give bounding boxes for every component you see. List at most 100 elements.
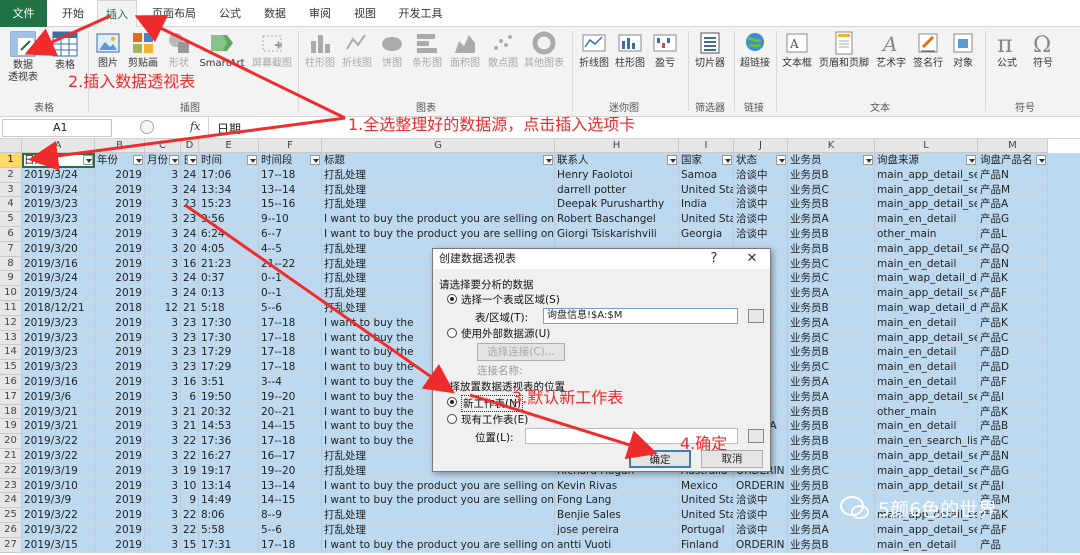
table-cell[interactable]: 产品G	[978, 212, 1048, 227]
slicer-button[interactable]: 切片器	[692, 31, 728, 70]
row-header[interactable]: 18	[0, 404, 22, 420]
table-cell[interactable]: Finland	[679, 537, 734, 553]
table-cell[interactable]: 业务员C	[788, 463, 875, 479]
table-cell[interactable]: 13:34	[199, 182, 259, 198]
tab-developer[interactable]: 开发工具	[393, 0, 448, 27]
table-cell[interactable]: 23	[181, 330, 199, 346]
table-cell[interactable]: I want to buy the product you are sellin…	[322, 212, 555, 227]
table-cell[interactable]: 业务员B	[788, 537, 875, 553]
table-cell[interactable]: main_app_detail_se	[875, 449, 978, 464]
smartart-button[interactable]: SmartArt	[199, 31, 245, 70]
table-cell[interactable]: 打乱处理	[322, 167, 555, 183]
table-cell[interactable]: main_app_detail_se	[875, 523, 978, 538]
table-cell[interactable]: 17:06	[199, 167, 259, 183]
table-cell[interactable]: 17--18	[259, 434, 322, 449]
table-cell[interactable]: 19--20	[259, 463, 322, 479]
table-cell[interactable]: 打乱处理	[322, 523, 555, 538]
line-chart-button[interactable]: 折线图	[339, 31, 375, 70]
textbox-button[interactable]: A 文本框	[779, 31, 815, 70]
table-cell[interactable]: 17--18	[259, 345, 322, 361]
table-cell[interactable]: 2019/3/23	[22, 315, 95, 331]
table-cell[interactable]: 2019	[95, 212, 145, 227]
table-cell[interactable]: 打乱处理	[322, 508, 555, 523]
filter-dropdown-icon[interactable]	[776, 155, 786, 165]
table-cell[interactable]: 15:23	[199, 197, 259, 213]
filter-dropdown-icon[interactable]	[247, 155, 257, 165]
radio-external-source-label[interactable]: 使用外部数据源(U)	[461, 326, 550, 341]
range-input[interactable]: 询盘信息!$A:$M	[543, 308, 738, 324]
table-cell[interactable]: Georgia	[679, 227, 734, 242]
table-cell[interactable]: 8:06	[199, 508, 259, 523]
column-chart-button[interactable]: 柱形图	[302, 31, 338, 70]
table-cell[interactable]: 2019	[95, 182, 145, 198]
table-cell[interactable]: 业务员C	[788, 271, 875, 287]
table-cell[interactable]: 3	[145, 493, 181, 509]
object-button[interactable]: 对象	[947, 31, 979, 70]
filter-dropdown-icon[interactable]	[310, 155, 320, 165]
table-cell[interactable]: 3	[145, 389, 181, 405]
row-header[interactable]: 2	[0, 167, 22, 183]
row-header[interactable]: 7	[0, 241, 22, 257]
table-cell[interactable]: 24	[181, 182, 199, 198]
table-cell[interactable]: 3--4	[259, 375, 322, 390]
table-cell[interactable]: 产品L	[978, 227, 1048, 242]
table-cell[interactable]: 2019/3/20	[22, 241, 95, 257]
table-cell[interactable]: 0--1	[259, 271, 322, 287]
table-cell[interactable]: 3	[145, 212, 181, 227]
table-cell[interactable]: 3	[145, 227, 181, 242]
table-cell[interactable]: I want to buy the product you are sellin…	[322, 493, 555, 509]
table-cell[interactable]: 2019	[95, 330, 145, 346]
table-cell[interactable]: 17:29	[199, 345, 259, 361]
table-cell[interactable]: 产品C	[978, 434, 1048, 449]
clipart-button[interactable]: 剪贴画	[126, 31, 160, 70]
table-cell[interactable]: 2019	[95, 271, 145, 287]
table-cell[interactable]: 6:24	[199, 227, 259, 242]
header-cell[interactable]: 询盘来源	[875, 153, 978, 168]
table-cell[interactable]: 2019	[95, 449, 145, 464]
table-cell[interactable]: main_app_detail_se	[875, 463, 978, 479]
table-cell[interactable]: 16:27	[199, 449, 259, 464]
row-header[interactable]: 25	[0, 508, 22, 523]
table-cell[interactable]: 22	[181, 508, 199, 523]
table-cell[interactable]: 21	[181, 404, 199, 420]
table-cell[interactable]: 产品K	[978, 271, 1048, 287]
table-cell[interactable]: 2019	[95, 256, 145, 272]
table-cell[interactable]: 2019	[95, 227, 145, 242]
close-button[interactable]: ✕	[739, 249, 765, 269]
radio-existing-worksheet-label[interactable]: 现有工作表(E)	[461, 412, 528, 427]
table-cell[interactable]: 3	[145, 375, 181, 390]
table-cell[interactable]: 业务员A	[788, 286, 875, 301]
table-cell[interactable]: 3	[145, 463, 181, 479]
table-cell[interactable]: 2019	[95, 463, 145, 479]
row-header[interactable]: 12	[0, 315, 22, 331]
table-cell[interactable]: 业务员C	[788, 256, 875, 272]
column-header[interactable]: F	[259, 139, 322, 153]
table-cell[interactable]: United Sta	[679, 508, 734, 523]
row-header[interactable]: 19	[0, 419, 22, 435]
table-cell[interactable]: main_en_detail	[875, 212, 978, 227]
row-header[interactable]: 9	[0, 271, 22, 287]
table-cell[interactable]: 13--14	[259, 182, 322, 198]
radio-select-range[interactable]	[447, 294, 457, 304]
table-cell[interactable]: 3	[145, 197, 181, 213]
table-cell[interactable]: 产品K	[978, 301, 1048, 316]
table-cell[interactable]: 业务员C	[788, 360, 875, 375]
table-cell[interactable]: 业务员A	[788, 375, 875, 390]
header-cell[interactable]: 标题	[322, 153, 555, 168]
filter-dropdown-icon[interactable]	[83, 155, 93, 165]
table-cell[interactable]: darrell potter	[555, 182, 679, 198]
table-cell[interactable]: 2018/12/21	[22, 301, 95, 316]
table-cell[interactable]: 6--7	[259, 227, 322, 242]
hyperlink-button[interactable]: 超链接	[737, 31, 773, 70]
table-cell[interactable]: 2019	[95, 315, 145, 331]
table-cell[interactable]: main_app_detail_se	[875, 389, 978, 405]
table-button[interactable]: 表格	[48, 31, 82, 72]
table-cell[interactable]: 业务员A	[788, 315, 875, 331]
table-cell[interactable]: 2019/3/23	[22, 345, 95, 361]
table-cell[interactable]: 17--18	[259, 167, 322, 183]
table-cell[interactable]: 打乱处理	[322, 197, 555, 213]
table-cell[interactable]: 2019/3/6	[22, 389, 95, 405]
table-cell[interactable]: 3	[145, 434, 181, 449]
table-cell[interactable]: 3	[145, 167, 181, 183]
table-cell[interactable]: main_en_detail	[875, 315, 978, 331]
